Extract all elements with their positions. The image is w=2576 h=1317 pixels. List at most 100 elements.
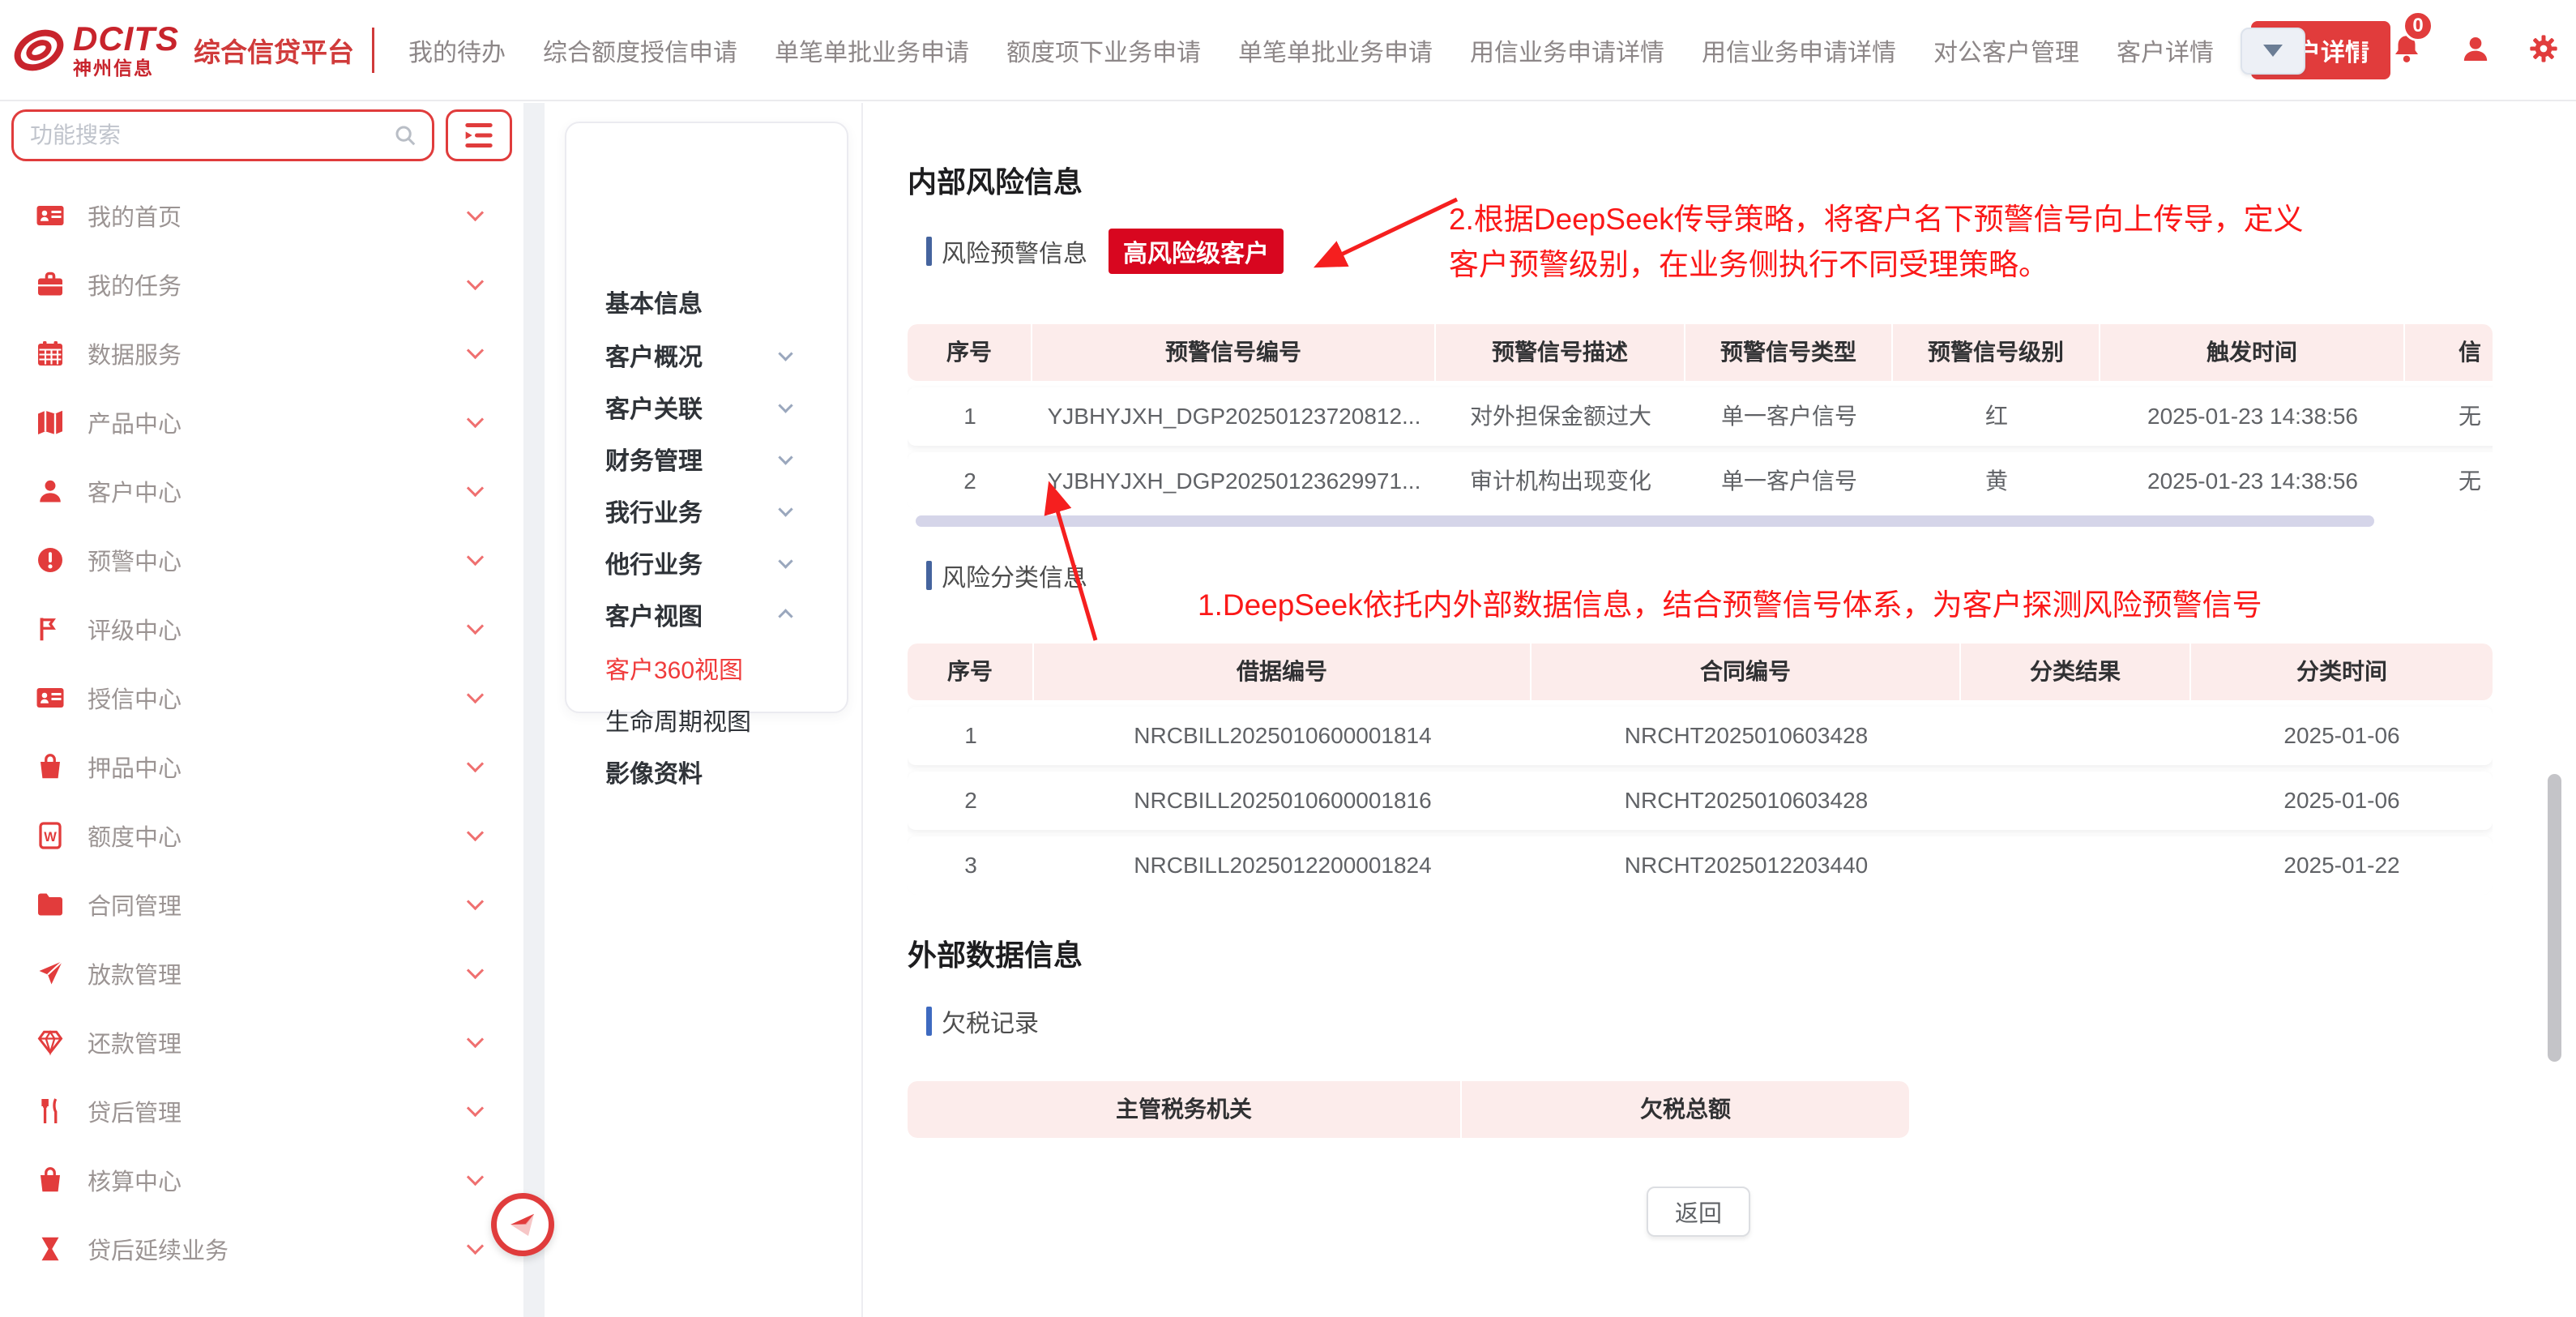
calendar-icon xyxy=(36,339,65,368)
chevron-down-icon xyxy=(467,618,484,635)
horizontal-scrollbar[interactable] xyxy=(916,515,2374,527)
sidebar-item-credit-center[interactable]: 授信中心 xyxy=(0,663,523,732)
chevron-down-icon xyxy=(778,450,792,464)
send-icon xyxy=(36,959,65,988)
chevron-down-icon xyxy=(467,549,484,566)
col-header-signal-type: 预警信号类型 xyxy=(1685,324,1893,381)
section-bar xyxy=(926,1007,932,1036)
annotation-2-line1: 2.根据DeepSeek传导策略，将客户名下预警信号向上传导，定义 xyxy=(1449,195,2304,238)
sidebar-item-rating-center[interactable]: 评级中心 xyxy=(0,594,523,663)
col-header-signal-desc: 预警信号描述 xyxy=(1436,324,1685,381)
tax-record-label: 欠税记录 xyxy=(942,1003,1039,1039)
submenu-customer-overview[interactable]: 客户概况 xyxy=(605,337,703,373)
sidebar-item-my-tasks[interactable]: 我的任务 xyxy=(0,250,523,319)
sidebar-item-warning-center[interactable]: 预警中心 xyxy=(0,525,523,594)
high-risk-customer-badge: 高风险级客户 xyxy=(1109,229,1284,274)
sidebar-item-label: 我的任务 xyxy=(88,267,182,301)
sidebar-item-label: 还款管理 xyxy=(88,1025,182,1059)
submenu-other-bank-business[interactable]: 他行业务 xyxy=(605,545,703,580)
navigation-arrow-icon xyxy=(506,1208,540,1242)
tax-table: 主管税务机关 欠税总额 xyxy=(908,1081,1909,1138)
chevron-down-icon xyxy=(467,204,484,221)
submenu-finance-mgmt[interactable]: 财务管理 xyxy=(605,441,703,477)
chevron-down-icon xyxy=(467,824,484,841)
risk-warning-label: 风险预警信息 xyxy=(942,233,1087,269)
sidebar-item-contract-mgmt[interactable]: 合同管理 xyxy=(0,870,523,939)
map-icon xyxy=(36,408,65,437)
search-icon xyxy=(393,123,417,148)
sidebar-item-label: 授信中心 xyxy=(88,681,182,715)
tab-overflow-dropdown[interactable] xyxy=(2241,28,2305,75)
table-row: 1 NRCBILL2025010600001814 NRCHT202501060… xyxy=(908,707,2493,765)
risk-class-section-header: 风险分类信息 xyxy=(926,558,1087,593)
sidebar-item-my-home[interactable]: 我的首页 xyxy=(0,181,523,250)
risk-class-label: 风险分类信息 xyxy=(942,558,1087,593)
nav-tab-credit-apply[interactable]: 综合额度授信申请 xyxy=(543,32,737,68)
dcits-swirl-icon xyxy=(13,24,65,76)
sidebar-item-post-loan-continuation[interactable]: 贷后延续业务 xyxy=(0,1214,523,1283)
sidebar-item-repayment-mgmt[interactable]: 还款管理 xyxy=(0,1007,523,1076)
vertical-scrollbar[interactable] xyxy=(2548,774,2561,1062)
brand-subname: 神州信息 xyxy=(73,59,179,78)
nav-tab-loan-detail-2[interactable]: 用信业务申请详情 xyxy=(1702,32,1896,68)
sidebar-item-post-loan-mgmt[interactable]: 贷后管理 xyxy=(0,1076,523,1145)
submenu-customer-view[interactable]: 客户视图 xyxy=(605,596,703,632)
chevron-down-icon xyxy=(467,273,484,290)
sidebar-gutter xyxy=(523,103,545,1317)
nav-tab-single-batch-1[interactable]: 单笔单批业务申请 xyxy=(775,32,969,68)
section-bar xyxy=(926,237,932,266)
sidebar-item-disbursement-mgmt[interactable]: 放款管理 xyxy=(0,939,523,1007)
settings-button[interactable] xyxy=(2527,32,2560,69)
sidebar-item-label: 合同管理 xyxy=(88,887,182,921)
profile-button[interactable] xyxy=(2459,32,2492,69)
chevron-down-icon xyxy=(467,962,484,979)
nav-tab-corp-customer[interactable]: 对公客户管理 xyxy=(1933,32,2079,68)
sidebar-item-customer-center[interactable]: 客户中心 xyxy=(0,456,523,525)
navbar-right-controls: 0 xyxy=(2241,0,2576,101)
col-header-class-result: 分类结果 xyxy=(1961,644,2191,700)
chevron-down-icon xyxy=(778,554,792,568)
submenu-image-materials[interactable]: 影像资料 xyxy=(605,754,703,789)
table-header-row: 序号 预警信号编号 预警信号描述 预警信号类型 预警信号级别 触发时间 信 xyxy=(908,324,2493,381)
table-header-row: 序号 借据编号 合同编号 分类结果 分类时间 xyxy=(908,644,2493,700)
chevron-down-icon xyxy=(2263,45,2283,57)
menu-collapse-button[interactable] xyxy=(446,109,512,161)
alert-circle-icon xyxy=(36,545,65,575)
table-header-row: 主管税务机关 欠税总额 xyxy=(908,1081,1909,1138)
back-button[interactable]: 返回 xyxy=(1647,1187,1750,1237)
nav-tab-single-batch-2[interactable]: 单笔单批业务申请 xyxy=(1238,32,1433,68)
chevron-down-icon xyxy=(467,755,484,772)
sidebar-item-product-center[interactable]: 产品中心 xyxy=(0,387,523,456)
chevron-down-icon xyxy=(467,1100,484,1117)
nav-tab-loan-detail-1[interactable]: 用信业务申请详情 xyxy=(1470,32,1664,68)
search-input[interactable] xyxy=(28,122,393,149)
sidebar-item-accounting-center[interactable]: 核算中心 xyxy=(0,1145,523,1214)
sidebar-item-limit-center[interactable]: W 额度中心 xyxy=(0,801,523,870)
submenu-customer-360-view[interactable]: 客户360视图 xyxy=(605,650,743,686)
internal-risk-title: 内部风险信息 xyxy=(908,159,1083,201)
submenu-customer-relations[interactable]: 客户关联 xyxy=(605,389,703,425)
notifications-button[interactable]: 0 xyxy=(2390,32,2424,70)
nav-tab-customer-detail[interactable]: 客户详情 xyxy=(2117,32,2214,68)
col-header-trigger-time: 触发时间 xyxy=(2100,324,2405,381)
flag-icon xyxy=(36,614,65,644)
product-name: 综合信贷平台 xyxy=(194,31,354,70)
sidebar-item-label: 核算中心 xyxy=(88,1163,182,1197)
doc-w-icon: W xyxy=(36,821,65,850)
diamond-icon xyxy=(36,1028,65,1057)
annotation-arrow-to-badge xyxy=(1295,185,1469,286)
table-row: 2 NRCBILL2025010600001816 NRCHT202501060… xyxy=(908,772,2493,830)
sidebar-item-collateral-center[interactable]: 押品中心 xyxy=(0,732,523,801)
nav-tab-limit-apply[interactable]: 额度项下业务申请 xyxy=(1006,32,1201,68)
risk-warning-table: 序号 预警信号编号 预警信号描述 预警信号类型 预警信号级别 触发时间 信 1 … xyxy=(908,324,2493,511)
sidebar-item-label: 我的首页 xyxy=(88,199,182,233)
submenu-basic-info[interactable]: 基本信息 xyxy=(605,284,703,319)
submenu-our-bank-business[interactable]: 我行业务 xyxy=(605,493,703,528)
sidebar-collapse-float-button[interactable] xyxy=(491,1193,554,1256)
nav-tab-my-todo[interactable]: 我的待办 xyxy=(408,32,506,68)
col-header-contract-no: 合同编号 xyxy=(1532,644,1961,700)
table-row: 1 YJBHYJXH_DGP20250123720812... 对外担保金额过大… xyxy=(908,387,2493,446)
sidebar-item-data-services[interactable]: 数据服务 xyxy=(0,319,523,387)
sidebar-item-label: 产品中心 xyxy=(88,405,182,439)
submenu-lifecycle-view[interactable]: 生命周期视图 xyxy=(605,702,751,738)
